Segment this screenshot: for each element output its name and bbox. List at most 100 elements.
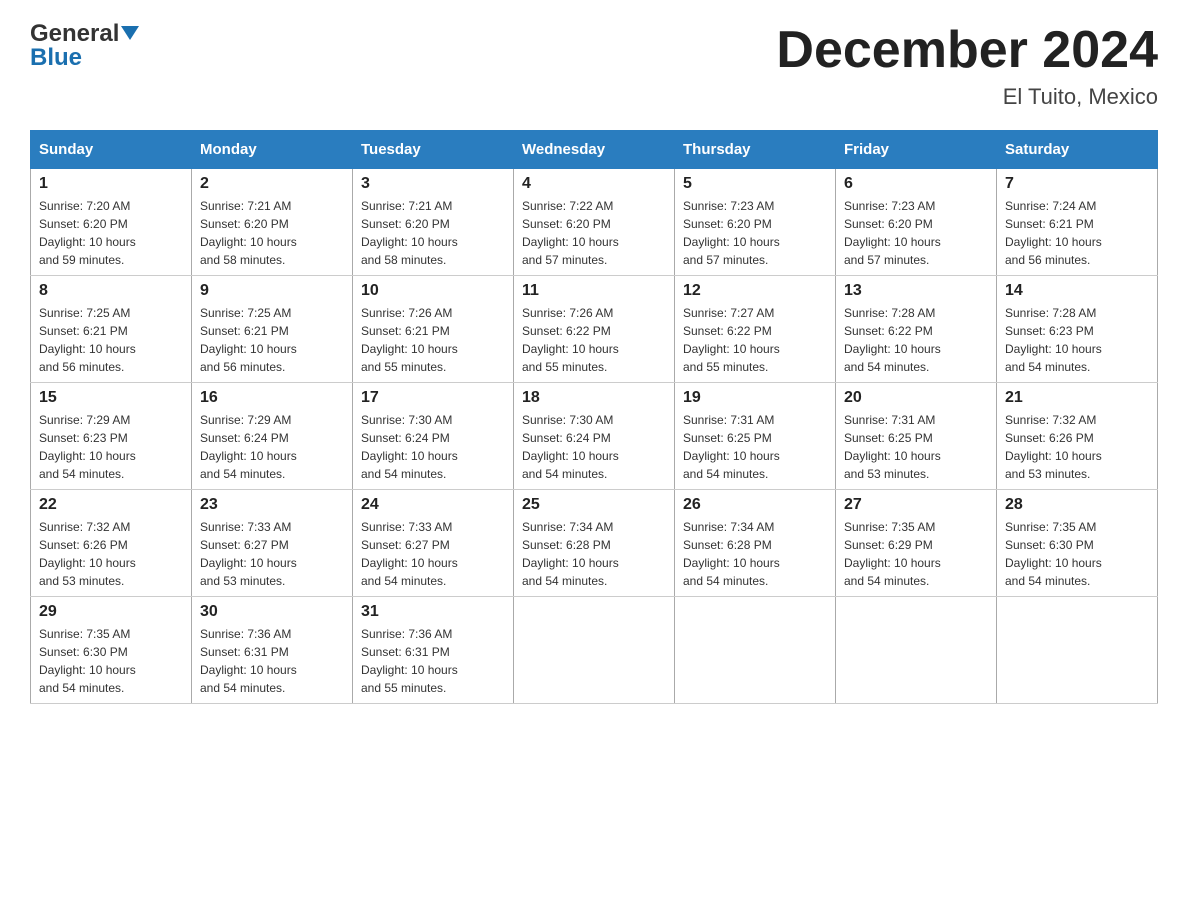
day-of-week-header: Saturday <box>997 131 1158 169</box>
day-of-week-header: Wednesday <box>514 131 675 169</box>
calendar-week-row: 15 Sunrise: 7:29 AMSunset: 6:23 PMDayligh… <box>31 383 1158 490</box>
calendar-cell <box>836 597 997 704</box>
calendar-cell: 1 Sunrise: 7:20 AMSunset: 6:20 PMDaylight… <box>31 169 192 276</box>
day-number: 25 <box>522 496 666 514</box>
calendar-week-row: 8Sunrise: 7:25 AMSunset: 6:21 PMDaylight… <box>31 276 1158 383</box>
title-section: December 2024 El Tuito, Mexico <box>776 20 1158 110</box>
day-number: 7 <box>1005 175 1149 193</box>
day-number: 9 <box>200 282 344 300</box>
calendar-cell: 11Sunrise: 7:26 AMSunset: 6:22 PMDayligh… <box>514 276 675 383</box>
calendar-cell: 24 Sunrise: 7:33 AMSunset: 6:27 PMDayligh… <box>353 490 514 597</box>
calendar-cell: 13 Sunrise: 7:28 AMSunset: 6:22 PMDayligh… <box>836 276 997 383</box>
calendar-cell: 18 Sunrise: 7:30 AMSunset: 6:24 PMDayligh… <box>514 383 675 490</box>
calendar-cell: 14Sunrise: 7:28 AMSunset: 6:23 PMDayligh… <box>997 276 1158 383</box>
calendar-cell: 12Sunrise: 7:27 AMSunset: 6:22 PMDayligh… <box>675 276 836 383</box>
day-info: Sunrise: 7:33 AMSunset: 6:27 PMDaylight:… <box>200 518 344 590</box>
day-info: Sunrise: 7:36 AMSunset: 6:31 PMDaylight:… <box>200 625 344 697</box>
calendar-cell: 21 Sunrise: 7:32 AMSunset: 6:26 PMDayligh… <box>997 383 1158 490</box>
day-number: 13 <box>844 282 988 300</box>
day-info: Sunrise: 7:35 AMSunset: 6:30 PMDaylight:… <box>1005 518 1149 590</box>
location-title: El Tuito, Mexico <box>776 84 1158 110</box>
day-info: Sunrise: 7:26 AMSunset: 6:21 PMDaylight:… <box>361 304 505 376</box>
day-info: Sunrise: 7:28 AMSunset: 6:23 PMDaylight:… <box>1005 304 1149 376</box>
calendar-cell: 31Sunrise: 7:36 AMSunset: 6:31 PMDayligh… <box>353 597 514 704</box>
calendar-cell: 5 Sunrise: 7:23 AMSunset: 6:20 PMDaylight… <box>675 169 836 276</box>
day-number: 17 <box>361 389 505 407</box>
calendar-cell <box>675 597 836 704</box>
day-number: 29 <box>39 603 183 621</box>
calendar-cell: 26 Sunrise: 7:34 AMSunset: 6:28 PMDayligh… <box>675 490 836 597</box>
day-number: 20 <box>844 389 988 407</box>
day-number: 15 <box>39 389 183 407</box>
day-of-week-header: Monday <box>192 131 353 169</box>
day-info: Sunrise: 7:32 AMSunset: 6:26 PMDaylight:… <box>1005 411 1149 483</box>
day-number: 19 <box>683 389 827 407</box>
day-info: Sunrise: 7:34 AMSunset: 6:28 PMDaylight:… <box>683 518 827 590</box>
calendar-cell: 23 Sunrise: 7:33 AMSunset: 6:27 PMDayligh… <box>192 490 353 597</box>
day-info: Sunrise: 7:23 AMSunset: 6:20 PMDaylight:… <box>844 197 988 269</box>
day-number: 21 <box>1005 389 1149 407</box>
calendar-week-row: 22 Sunrise: 7:32 AMSunset: 6:26 PMDayligh… <box>31 490 1158 597</box>
day-info: Sunrise: 7:28 AMSunset: 6:22 PMDaylight:… <box>844 304 988 376</box>
day-number: 30 <box>200 603 344 621</box>
day-info: Sunrise: 7:31 AMSunset: 6:25 PMDaylight:… <box>844 411 988 483</box>
day-info: Sunrise: 7:23 AMSunset: 6:20 PMDaylight:… <box>683 197 827 269</box>
calendar-cell: 10 Sunrise: 7:26 AMSunset: 6:21 PMDayligh… <box>353 276 514 383</box>
day-info: Sunrise: 7:30 AMSunset: 6:24 PMDaylight:… <box>522 411 666 483</box>
day-info: Sunrise: 7:36 AMSunset: 6:31 PMDaylight:… <box>361 625 505 697</box>
day-number: 11 <box>522 282 666 300</box>
calendar-cell: 4 Sunrise: 7:22 AMSunset: 6:20 PMDaylight… <box>514 169 675 276</box>
calendar-cell: 27Sunrise: 7:35 AMSunset: 6:29 PMDayligh… <box>836 490 997 597</box>
calendar-cell: 2Sunrise: 7:21 AMSunset: 6:20 PMDaylight… <box>192 169 353 276</box>
calendar-cell: 17Sunrise: 7:30 AMSunset: 6:24 PMDayligh… <box>353 383 514 490</box>
calendar-week-row: 1 Sunrise: 7:20 AMSunset: 6:20 PMDaylight… <box>31 169 1158 276</box>
calendar-week-row: 29Sunrise: 7:35 AMSunset: 6:30 PMDayligh… <box>31 597 1158 704</box>
calendar-cell <box>514 597 675 704</box>
day-number: 16 <box>200 389 344 407</box>
calendar-cell <box>997 597 1158 704</box>
day-of-week-header: Tuesday <box>353 131 514 169</box>
day-info: Sunrise: 7:32 AMSunset: 6:26 PMDaylight:… <box>39 518 183 590</box>
day-number: 4 <box>522 175 666 193</box>
day-number: 10 <box>361 282 505 300</box>
day-info: Sunrise: 7:33 AMSunset: 6:27 PMDaylight:… <box>361 518 505 590</box>
day-number: 24 <box>361 496 505 514</box>
calendar-header-row: SundayMondayTuesdayWednesdayThursdayFrid… <box>31 131 1158 169</box>
calendar-cell: 7 Sunrise: 7:24 AMSunset: 6:21 PMDaylight… <box>997 169 1158 276</box>
day-number: 6 <box>844 175 988 193</box>
day-info: Sunrise: 7:29 AMSunset: 6:24 PMDaylight:… <box>200 411 344 483</box>
day-number: 1 <box>39 175 183 193</box>
day-number: 5 <box>683 175 827 193</box>
month-title: December 2024 <box>776 20 1158 80</box>
day-info: Sunrise: 7:25 AMSunset: 6:21 PMDaylight:… <box>39 304 183 376</box>
calendar-cell: 28 Sunrise: 7:35 AMSunset: 6:30 PMDayligh… <box>997 490 1158 597</box>
calendar-cell: 6 Sunrise: 7:23 AMSunset: 6:20 PMDaylight… <box>836 169 997 276</box>
day-of-week-header: Thursday <box>675 131 836 169</box>
day-number: 22 <box>39 496 183 514</box>
logo: General Blue <box>30 20 139 72</box>
day-info: Sunrise: 7:21 AMSunset: 6:20 PMDaylight:… <box>200 197 344 269</box>
day-number: 28 <box>1005 496 1149 514</box>
day-info: Sunrise: 7:21 AMSunset: 6:20 PMDaylight:… <box>361 197 505 269</box>
day-info: Sunrise: 7:29 AMSunset: 6:23 PMDaylight:… <box>39 411 183 483</box>
day-info: Sunrise: 7:34 AMSunset: 6:28 PMDaylight:… <box>522 518 666 590</box>
day-of-week-header: Friday <box>836 131 997 169</box>
day-info: Sunrise: 7:20 AMSunset: 6:20 PMDaylight:… <box>39 197 183 269</box>
day-info: Sunrise: 7:22 AMSunset: 6:20 PMDaylight:… <box>522 197 666 269</box>
day-info: Sunrise: 7:35 AMSunset: 6:29 PMDaylight:… <box>844 518 988 590</box>
calendar-cell: 8Sunrise: 7:25 AMSunset: 6:21 PMDaylight… <box>31 276 192 383</box>
day-number: 18 <box>522 389 666 407</box>
calendar-cell: 9 Sunrise: 7:25 AMSunset: 6:21 PMDaylight… <box>192 276 353 383</box>
day-of-week-header: Sunday <box>31 131 192 169</box>
calendar-cell: 25 Sunrise: 7:34 AMSunset: 6:28 PMDayligh… <box>514 490 675 597</box>
day-info: Sunrise: 7:24 AMSunset: 6:21 PMDaylight:… <box>1005 197 1149 269</box>
day-number: 12 <box>683 282 827 300</box>
calendar-cell: 16 Sunrise: 7:29 AMSunset: 6:24 PMDayligh… <box>192 383 353 490</box>
day-info: Sunrise: 7:25 AMSunset: 6:21 PMDaylight:… <box>200 304 344 376</box>
calendar-table: SundayMondayTuesdayWednesdayThursdayFrid… <box>30 130 1158 704</box>
page-header: General Blue December 2024 El Tuito, Mex… <box>30 20 1158 110</box>
day-info: Sunrise: 7:31 AMSunset: 6:25 PMDaylight:… <box>683 411 827 483</box>
day-number: 26 <box>683 496 827 514</box>
day-number: 23 <box>200 496 344 514</box>
day-number: 3 <box>361 175 505 193</box>
